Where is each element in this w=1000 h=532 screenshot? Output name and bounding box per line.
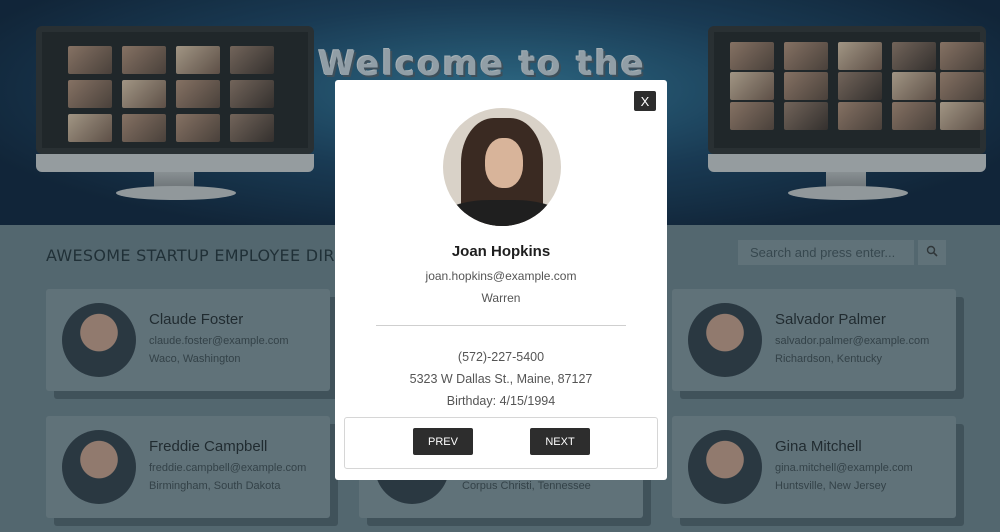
modal-email: joan.hopkins@example.com [425, 269, 577, 283]
modal-phone: (572)-227-5400 [457, 350, 545, 364]
prev-button[interactable]: PREV [413, 428, 473, 455]
modal-name: Joan Hopkins [451, 243, 551, 260]
modal-address: 5323 W Dallas St., Maine, 87127 [409, 372, 593, 386]
close-button[interactable]: X [634, 91, 656, 111]
next-button[interactable]: NEXT [530, 428, 590, 455]
modal-city: Warren [481, 291, 521, 305]
modal-birthday: Birthday: 4/15/1994 [446, 394, 556, 408]
avatar [443, 108, 561, 226]
divider [376, 325, 626, 326]
close-icon: X [640, 93, 650, 109]
employee-detail-modal: X Joan Hopkins joan.hopkins@example.com … [335, 80, 667, 480]
modal-navigation: PREV NEXT [344, 417, 658, 469]
